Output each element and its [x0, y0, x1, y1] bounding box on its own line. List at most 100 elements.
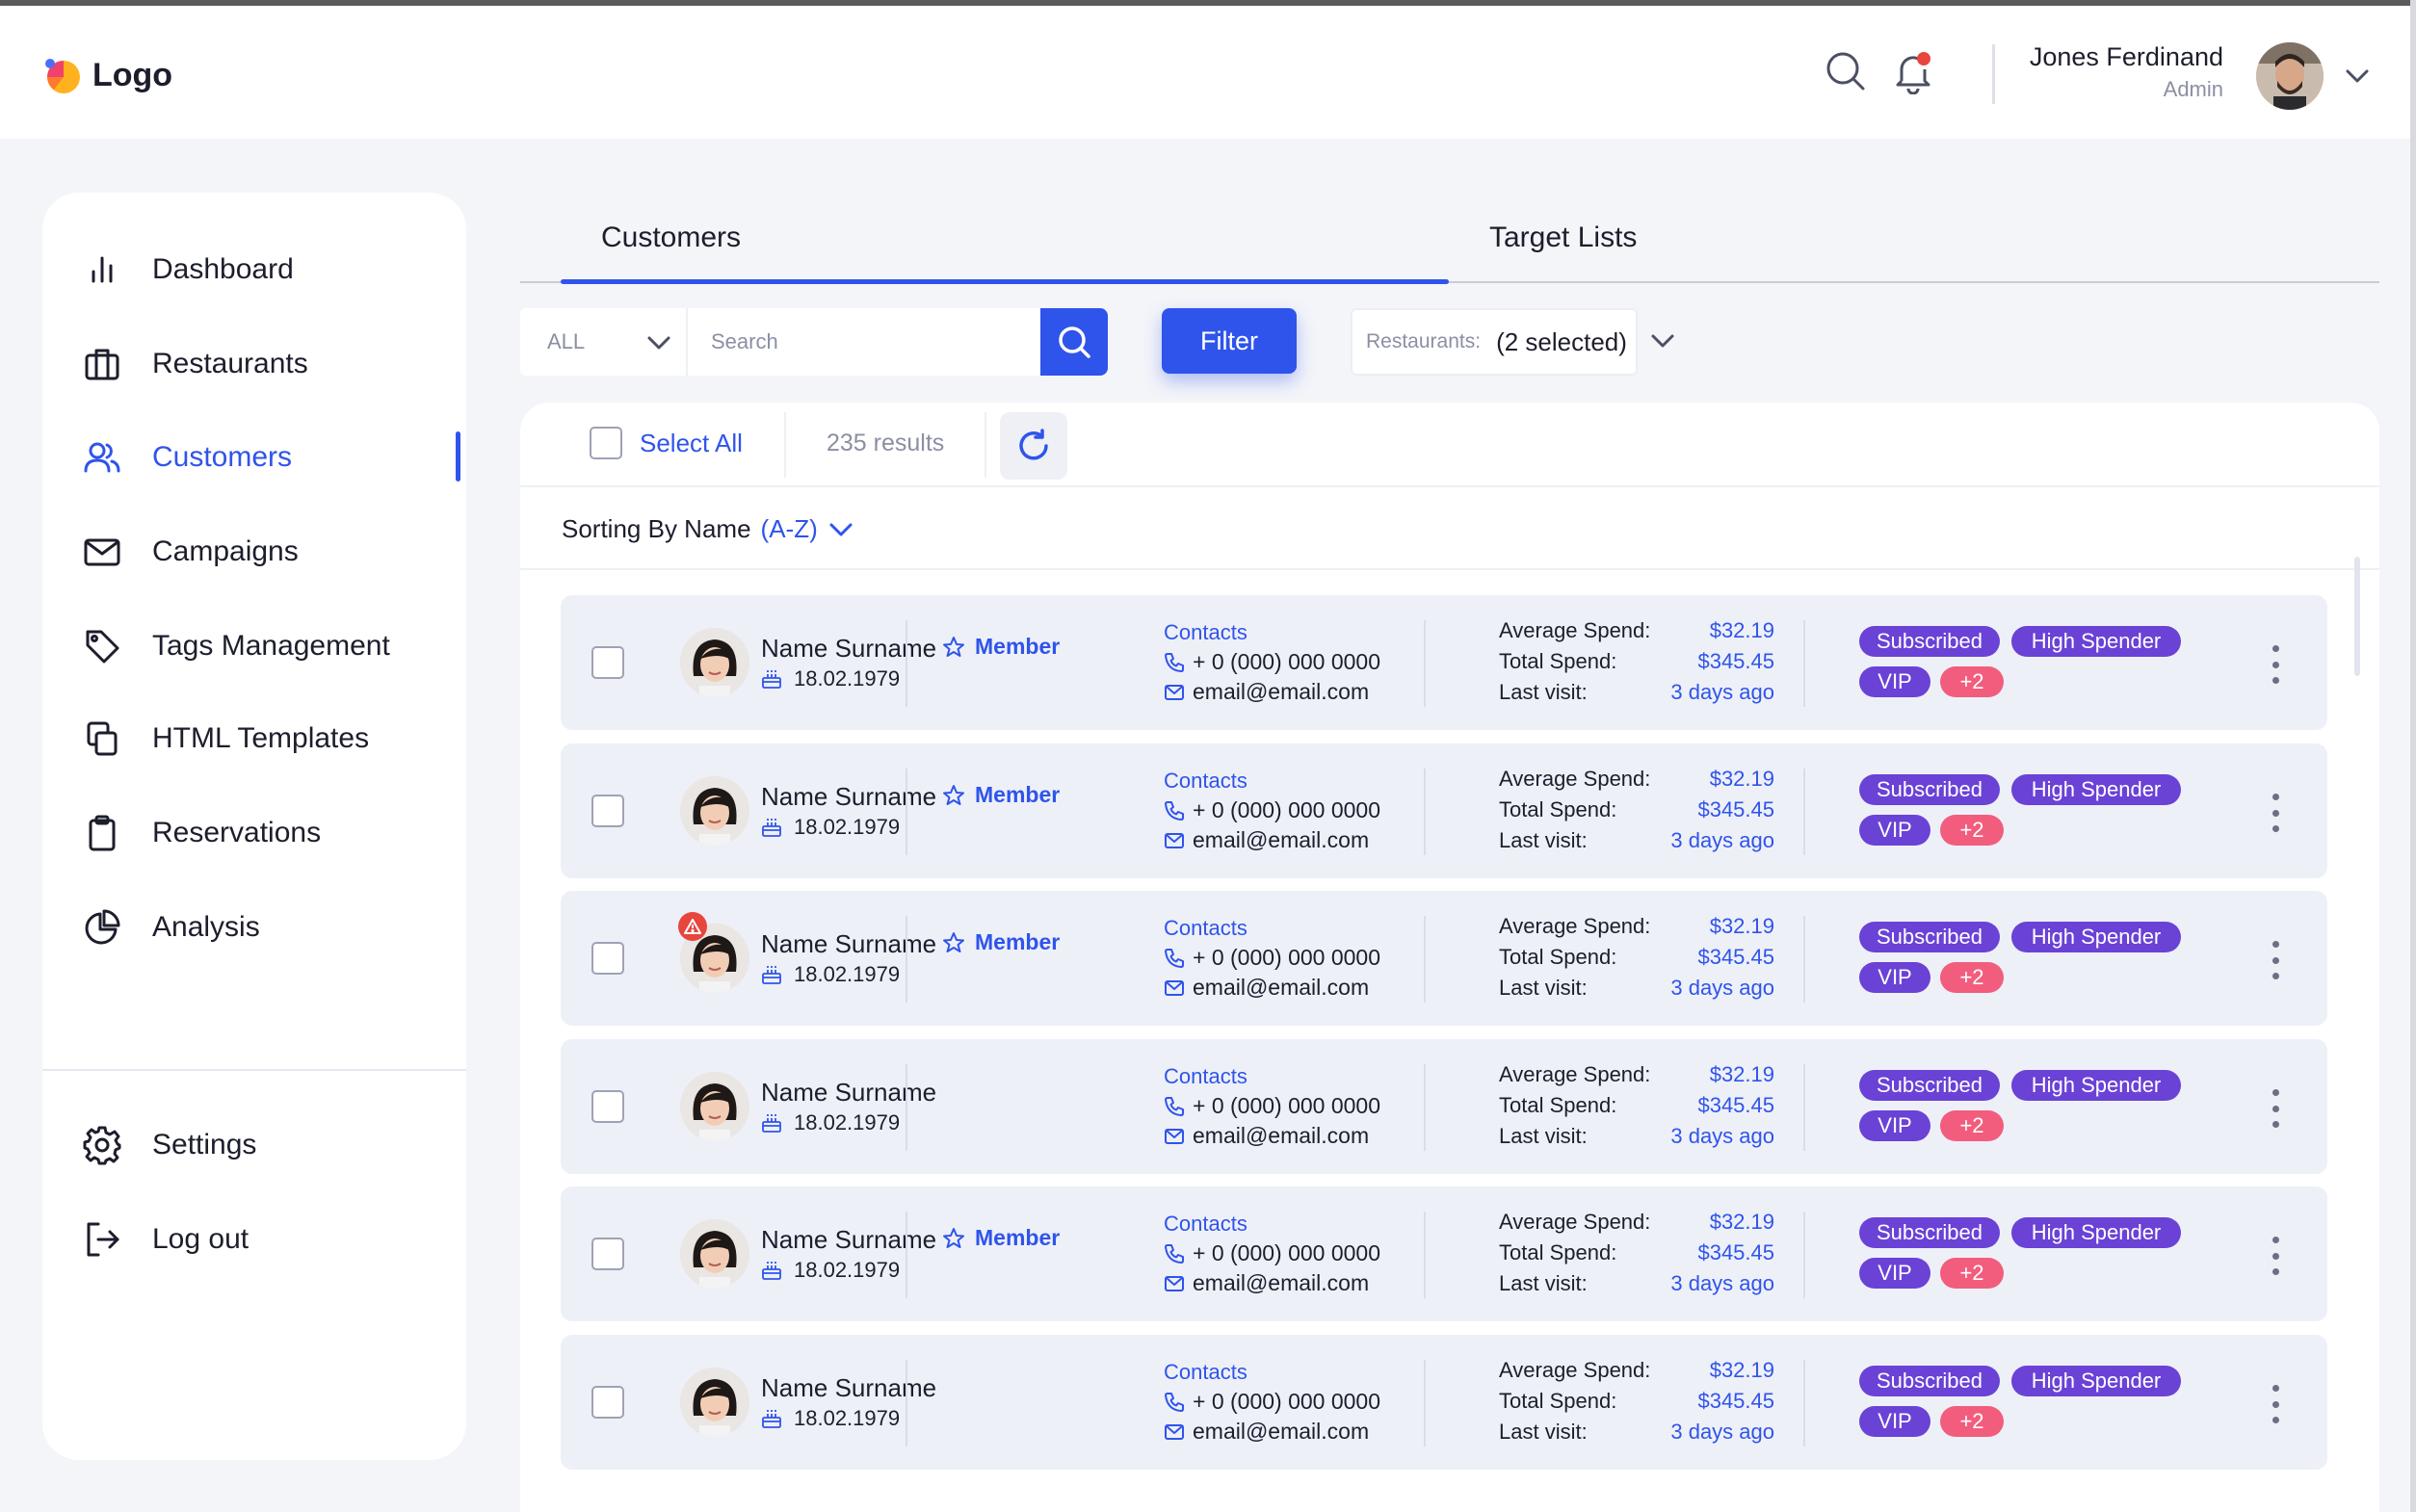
email-address[interactable]: email@email.com — [1164, 679, 1369, 705]
sidebar-item-restaurants[interactable]: Restaurants — [81, 340, 308, 388]
bell-icon[interactable] — [1890, 48, 1936, 95]
row-more-menu-icon[interactable] — [2266, 941, 2285, 979]
last-visit-label: Last visit: — [1499, 680, 1588, 704]
customer-name[interactable]: Name Surname — [761, 782, 936, 812]
customer-list-panel: Select All 235 results Sorting By Name (… — [520, 403, 2379, 1512]
email-address[interactable]: email@email.com — [1164, 827, 1369, 853]
scrollbar[interactable] — [2354, 557, 2360, 676]
row-checkbox[interactable] — [591, 646, 624, 679]
email-address[interactable]: email@email.com — [1164, 1419, 1369, 1445]
row-more-menu-icon[interactable] — [2266, 1237, 2285, 1275]
sidebar-item-settings[interactable]: Settings — [81, 1121, 256, 1169]
cake-icon — [762, 966, 781, 984]
tab-target-lists[interactable]: Target Lists — [1489, 222, 1637, 254]
tag-vip[interactable]: VIP — [1859, 815, 1930, 846]
tag-high-spender[interactable]: High Spender — [2011, 1366, 2181, 1396]
mail-icon — [1165, 979, 1184, 996]
table-row[interactable]: Name Surname Member 18.02.1979 Contacts … — [561, 743, 2327, 878]
table-row[interactable]: Name Surname Member 18.02.1979 Contacts … — [561, 891, 2327, 1026]
tag-more[interactable]: +2 — [1940, 962, 2004, 993]
tag-vip[interactable]: VIP — [1859, 666, 1930, 697]
sidebar-item-customers[interactable]: Customers — [81, 433, 292, 482]
table-row[interactable]: Name Surname 18.02.1979 Contacts + 0 (00… — [561, 1335, 2327, 1470]
tab-customers[interactable]: Customers — [601, 222, 741, 254]
row-more-menu-icon[interactable] — [2266, 1089, 2285, 1128]
member-badge: Member — [942, 782, 1060, 808]
member-label: Member — [975, 634, 1061, 659]
chevron-down-icon[interactable] — [2343, 62, 2372, 91]
customer-name[interactable]: Name Surname — [761, 634, 936, 664]
row-checkbox[interactable] — [591, 795, 624, 827]
search-button[interactable] — [1040, 308, 1108, 376]
column-divider — [906, 1064, 907, 1151]
tag-subscribed[interactable]: Subscribed — [1859, 1366, 2000, 1396]
chevron-down-icon[interactable] — [1647, 326, 1678, 356]
phone-number[interactable]: + 0 (000) 000 0000 — [1164, 797, 1380, 823]
user-avatar[interactable] — [2256, 42, 2324, 110]
tag-high-spender[interactable]: High Spender — [2011, 1217, 2181, 1248]
table-row[interactable]: Name Surname Member 18.02.1979 Contacts … — [561, 1186, 2327, 1321]
tag-more[interactable]: +2 — [1940, 815, 2004, 846]
row-checkbox[interactable] — [591, 942, 624, 975]
tag-more[interactable]: +2 — [1940, 1258, 2004, 1289]
phone-number[interactable]: + 0 (000) 000 0000 — [1164, 945, 1380, 971]
customer-name[interactable]: Name Surname — [761, 1225, 936, 1255]
scope-select[interactable]: ALL — [520, 308, 686, 376]
sidebar-item-analysis[interactable]: Analysis — [81, 903, 260, 952]
table-row[interactable]: Name Surname Member 18.02.1979 Contacts … — [561, 595, 2327, 730]
tag-vip[interactable]: VIP — [1859, 1110, 1930, 1141]
restaurants-select[interactable]: Restaurants: (2 selected) — [1351, 308, 1638, 376]
row-more-menu-icon[interactable] — [2266, 645, 2285, 684]
tag-more[interactable]: +2 — [1940, 666, 2004, 697]
table-row[interactable]: Name Surname 18.02.1979 Contacts + 0 (00… — [561, 1039, 2327, 1174]
phone-number[interactable]: + 0 (000) 000 0000 — [1164, 1093, 1380, 1119]
email-address[interactable]: email@email.com — [1164, 1123, 1369, 1149]
tag-high-spender[interactable]: High Spender — [2011, 922, 2181, 952]
tag-high-spender[interactable]: High Spender — [2011, 626, 2181, 657]
sidebar-item-dashboard[interactable]: Dashboard — [81, 246, 294, 294]
customer-name[interactable]: Name Surname — [761, 929, 936, 959]
row-more-menu-icon[interactable] — [2266, 1385, 2285, 1423]
select-all-checkbox[interactable] — [590, 427, 622, 459]
phone-number[interactable]: + 0 (000) 000 0000 — [1164, 1240, 1380, 1266]
search-input[interactable] — [711, 329, 1000, 354]
search-icon[interactable] — [1823, 48, 1869, 94]
email-address[interactable]: email@email.com — [1164, 1270, 1369, 1296]
tag-vip[interactable]: VIP — [1859, 962, 1930, 993]
clipboard-icon — [81, 812, 123, 854]
phone-number[interactable]: + 0 (000) 000 0000 — [1164, 1389, 1380, 1415]
email-address[interactable]: email@email.com — [1164, 975, 1369, 1001]
row-more-menu-icon[interactable] — [2266, 794, 2285, 832]
phone-number[interactable]: + 0 (000) 000 0000 — [1164, 649, 1380, 675]
tag-high-spender[interactable]: High Spender — [2011, 1070, 2181, 1101]
tag-vip[interactable]: VIP — [1859, 1258, 1930, 1289]
tag-more[interactable]: +2 — [1940, 1110, 2004, 1141]
sidebar-item-campaigns[interactable]: Campaigns — [81, 528, 299, 576]
row-checkbox[interactable] — [591, 1386, 624, 1419]
sort-control[interactable]: Sorting By Name (A-Z) — [562, 514, 854, 544]
tag-more[interactable]: +2 — [1940, 1406, 2004, 1437]
row-checkbox[interactable] — [591, 1090, 624, 1123]
sidebar-item-html-templates[interactable]: HTML Templates — [81, 715, 369, 763]
sidebar-item-logout[interactable]: Log out — [81, 1215, 249, 1264]
logo[interactable]: Logo — [40, 54, 172, 96]
phone-value: + 0 (000) 000 0000 — [1193, 945, 1381, 970]
customer-name[interactable]: Name Surname — [761, 1373, 936, 1403]
tag-subscribed[interactable]: Subscribed — [1859, 1070, 2000, 1101]
tag-subscribed[interactable]: Subscribed — [1859, 1217, 2000, 1248]
sidebar-item-tags-management[interactable]: Tags Management — [81, 622, 390, 670]
sidebar-item-reservations[interactable]: Reservations — [81, 809, 321, 857]
tag-subscribed[interactable]: Subscribed — [1859, 774, 2000, 805]
tag-vip[interactable]: VIP — [1859, 1406, 1930, 1437]
total-spend-value: $345.45 — [1697, 945, 1774, 969]
tag-subscribed[interactable]: Subscribed — [1859, 626, 2000, 657]
search-field — [686, 308, 1040, 376]
select-all-control[interactable]: Select All — [590, 427, 743, 459]
refresh-button[interactable] — [1000, 412, 1067, 480]
filter-button[interactable]: Filter — [1162, 308, 1297, 374]
column-divider — [1803, 1064, 1805, 1151]
customer-name[interactable]: Name Surname — [761, 1078, 936, 1108]
row-checkbox[interactable] — [591, 1238, 624, 1270]
tag-high-spender[interactable]: High Spender — [2011, 774, 2181, 805]
tag-subscribed[interactable]: Subscribed — [1859, 922, 2000, 952]
